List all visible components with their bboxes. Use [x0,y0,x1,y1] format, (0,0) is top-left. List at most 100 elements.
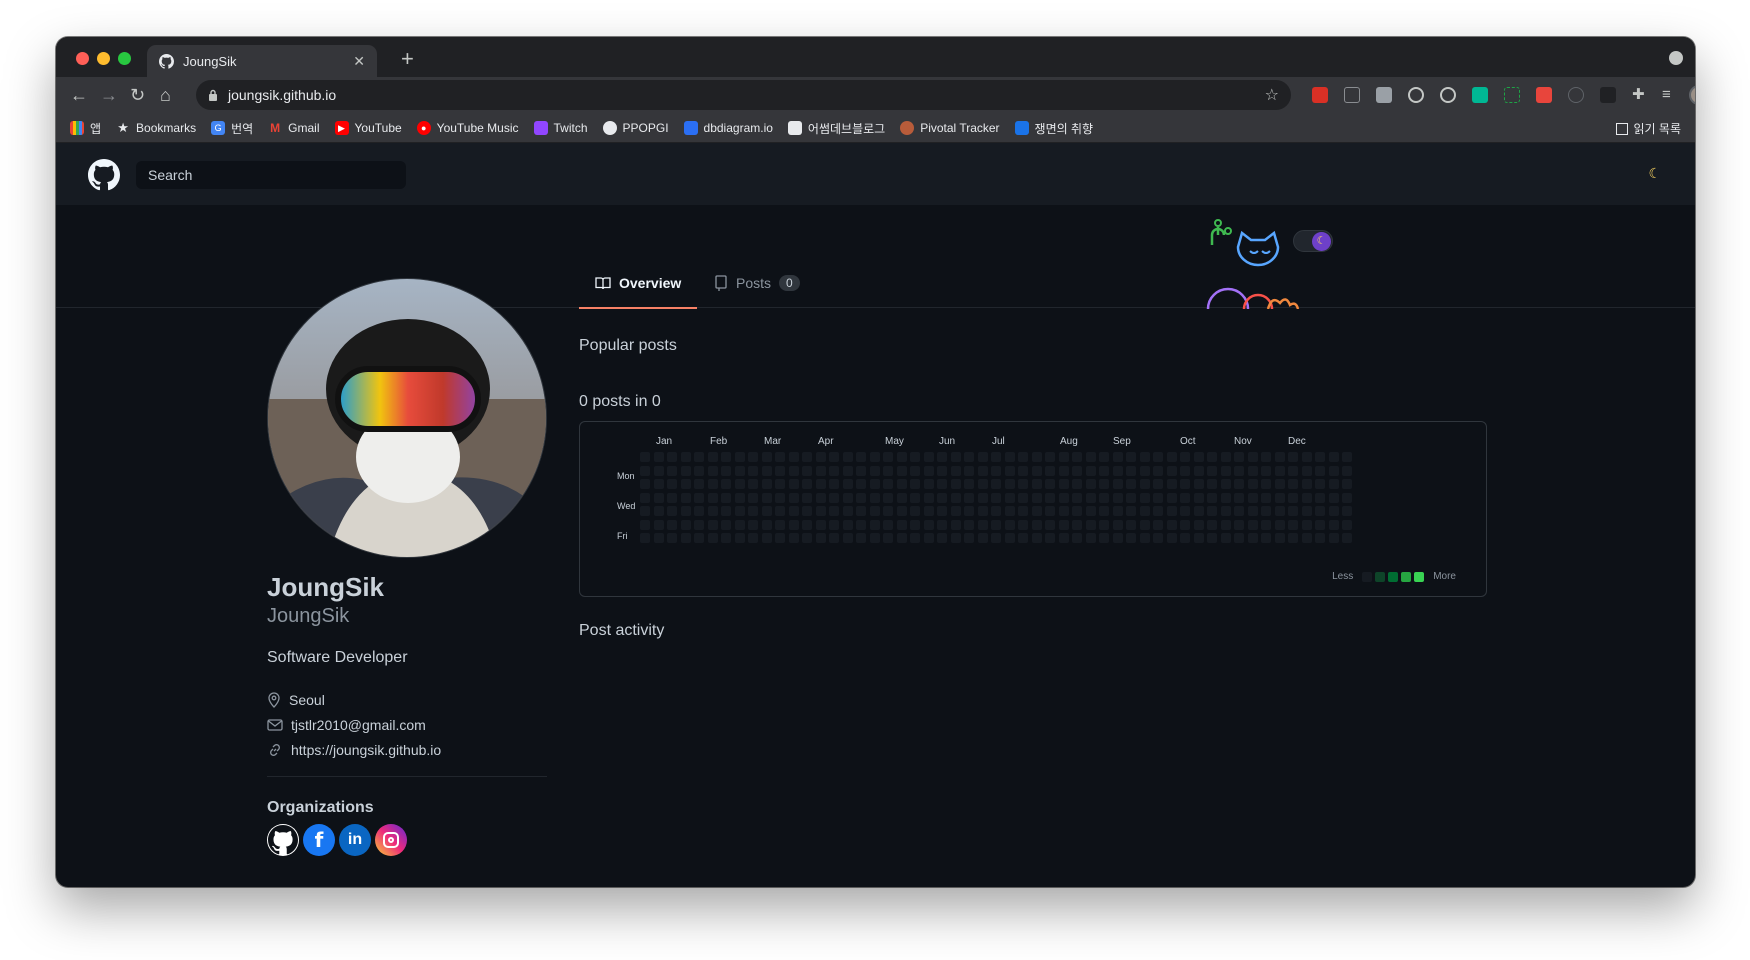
calendar-day-cell [1193,533,1204,543]
calendar-day-cell [788,519,799,530]
calendar-day-cell [1112,533,1123,543]
calendar-day-cell [910,506,920,516]
calendar-day-cell [1166,533,1177,543]
calendar-day-cell [748,519,758,530]
reading-list-button[interactable]: 읽기 목록 [1615,120,1681,137]
calendar-day-cell [815,479,826,489]
calendar-day-cell [1004,506,1015,516]
minimize-window-button[interactable] [97,52,110,65]
bookmark-ppopgi[interactable]: PPOPGI [602,121,669,135]
contributions-title: 0 posts in 0 [579,393,661,410]
media-control-icon[interactable]: ≡ [1662,84,1671,106]
browser-tab-active[interactable]: JoungSik ✕ [147,45,377,77]
bookmark-translate[interactable]: G 번역 [211,120,253,137]
calendar-day-cell [1301,519,1312,530]
info-extension-icon[interactable] [1568,87,1584,103]
calendar-day-cell [1180,479,1190,489]
calendar-day-cell [1274,492,1285,503]
bookmark-gmail[interactable]: M Gmail [268,121,319,135]
tab-search-icon[interactable] [1669,51,1683,65]
ppopgi-icon [602,121,617,135]
calendar-day-cell [1207,533,1217,543]
home-icon[interactable]: ⌂ [160,84,171,106]
bookmark-twitch[interactable]: Twitch [533,121,588,135]
org-linkedin-icon[interactable]: in [339,824,371,856]
calendar-day-cell [1207,465,1217,476]
back-arrow-icon[interactable]: ← [70,84,88,106]
calendar-day-cell [1072,519,1082,530]
calendar-day-cell [856,533,866,543]
bookmark-label: 앱 [90,121,102,136]
calendar-day-cell [1072,479,1082,489]
gmail-extension-icon[interactable] [1312,87,1328,103]
calendar-day-cell [1018,479,1028,489]
calendar-day-cell [1045,452,1055,462]
calendar-day-cell [1085,533,1096,543]
calendar-day-cell [923,479,934,489]
profile-website[interactable]: https://joungsik.github.io [267,742,441,758]
calendar-day-cell [653,452,664,462]
bookmark-apps[interactable]: 앱 [70,120,101,137]
forward-arrow-icon[interactable]: → [100,84,118,106]
calendar-day-cell [1004,465,1015,476]
calendar-day-cell [1112,519,1123,530]
calendar-day-cell [1153,519,1163,530]
calendar-day-cell [1247,506,1258,516]
moon-icon[interactable]: ☾ [1648,165,1661,182]
org-github-icon[interactable] [267,824,299,856]
maximize-window-button[interactable] [118,52,131,65]
close-window-button[interactable] [76,52,89,65]
tab-posts[interactable]: Posts 0 [698,269,816,307]
notes-extension-icon[interactable] [1376,87,1392,103]
bookmark-youtube-music[interactable]: ● YouTube Music [416,121,519,135]
star-icon: ★ [117,120,129,135]
sidebar-divider [267,776,547,777]
calendar-day-cell [1180,452,1190,462]
toggle-moon-icon: ☾ [1312,232,1331,251]
calendar-day-cell [1099,452,1109,462]
month-label: Aug [1060,436,1078,447]
tab-overview[interactable]: Overview [579,269,698,309]
target-extension-icon[interactable] [1440,87,1456,103]
extensions-puzzle-icon[interactable]: ✚ [1632,84,1645,106]
twitch-icon [533,121,548,135]
cat-extension-icon[interactable] [1600,87,1616,103]
instagram-camera-icon [383,832,399,848]
calendar-day-cell [721,492,731,503]
bookmark-pivotal-tracker[interactable]: Pivotal Tracker [900,121,1000,135]
bookmark-extension-icon[interactable] [1344,87,1360,103]
ember-extension-icon[interactable] [1536,87,1552,103]
new-tab-plus-icon[interactable]: + [401,46,414,72]
calendar-day-cell [1126,479,1136,489]
email-text[interactable]: tjstlr2010@gmail.com [291,717,426,733]
bookmark-bookmarks[interactable]: ★ Bookmarks [116,120,196,135]
address-bar[interactable]: joungsik.github.io ☆ [196,80,1291,110]
calendar-day-cell [1058,452,1069,462]
calendar-day-cell [1220,452,1231,462]
search-input[interactable]: Search [136,161,406,189]
tab-overview-label: Overview [619,275,682,291]
org-instagram-icon[interactable] [375,824,407,856]
bookmark-taste[interactable]: 쟁면의 취향 [1014,120,1093,137]
post-icon [715,275,727,291]
react-devtools-icon[interactable] [1408,87,1424,103]
profile-email[interactable]: tjstlr2010@gmail.com [267,717,426,733]
org-facebook-icon[interactable]: f [303,824,335,856]
calendar-day-cell [1247,519,1258,530]
website-link[interactable]: https://joungsik.github.io [291,742,441,758]
theme-toggle[interactable]: ☾ [1293,230,1333,252]
profile-avatar-icon[interactable] [1689,85,1695,105]
calendar-day-cell [1018,519,1028,530]
reload-icon[interactable]: ↻ [130,84,145,106]
capture-extension-icon[interactable] [1504,87,1520,103]
calendar-day-cell [856,519,866,530]
bookmark-youtube[interactable]: ▶ YouTube [334,121,402,135]
close-tab-icon[interactable]: ✕ [353,53,365,70]
bookmark-dbdiagram[interactable]: dbdiagram.io [683,121,773,135]
robot-extension-icon[interactable] [1472,87,1488,103]
bookmark-awesome-dev-blog[interactable]: 어썸데브블로그 [787,120,885,137]
bookmark-star-icon[interactable]: ☆ [1265,85,1279,105]
calendar-day-cell [829,492,839,503]
github-logo-icon[interactable] [88,159,120,191]
calendar-day-cell [653,506,664,516]
